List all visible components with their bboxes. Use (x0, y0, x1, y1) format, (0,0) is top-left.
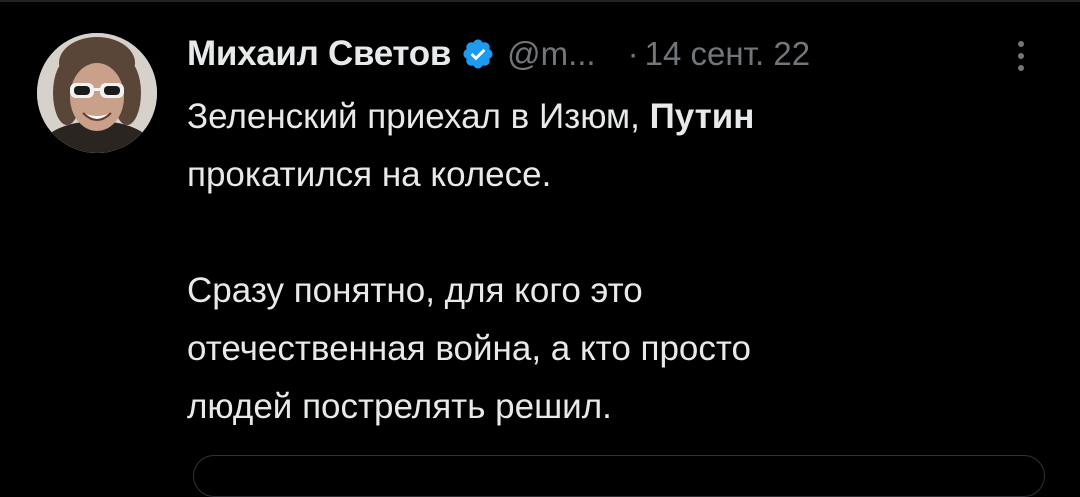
tweet-line: людей пострелять решил. (187, 378, 1047, 436)
tweet-line: отечественная война, а кто просто (187, 320, 1047, 378)
separator-dot: · (627, 35, 639, 72)
tweet-header: Михаил Светов @m... · 14 сент. 22 (187, 28, 810, 80)
tweet-text-segment: людей пострелять решил. (187, 387, 612, 426)
tweet-text-segment: прокатился на колесе. (187, 155, 552, 194)
avatar[interactable] (37, 33, 157, 153)
more-vertical-icon (1018, 41, 1024, 71)
more-options-button[interactable] (1003, 34, 1039, 78)
tweet-line: прокатился на колесе. (187, 146, 1047, 204)
tweet-line: Сразу понятно, для кого это (187, 262, 1047, 320)
tweet-bold-mention: Путин (649, 97, 755, 136)
tweet-text-segment: Сразу понятно, для кого это (187, 271, 643, 310)
avatar-photo (37, 33, 157, 153)
tweet-timestamp[interactable]: 14 сент. 22 (645, 35, 810, 73)
author-name[interactable]: Михаил Светов (187, 34, 451, 74)
tweet-text-segment: отечественная война, а кто просто (187, 329, 751, 368)
tweet-line: Зеленский приехал в Изюм, Путин (187, 88, 1047, 146)
verified-badge-icon (461, 37, 495, 71)
tweet[interactable]: Михаил Светов @m... · 14 сент. 22 Зеленс… (0, 0, 1080, 497)
author-handle[interactable]: @m... (507, 35, 596, 73)
embedded-card-edge[interactable] (193, 455, 1045, 497)
tweet-text: Зеленский приехал в Изюм, Путин прокатил… (187, 88, 1047, 436)
tweet-text-segment: Зеленский приехал в Изюм, (187, 97, 650, 136)
